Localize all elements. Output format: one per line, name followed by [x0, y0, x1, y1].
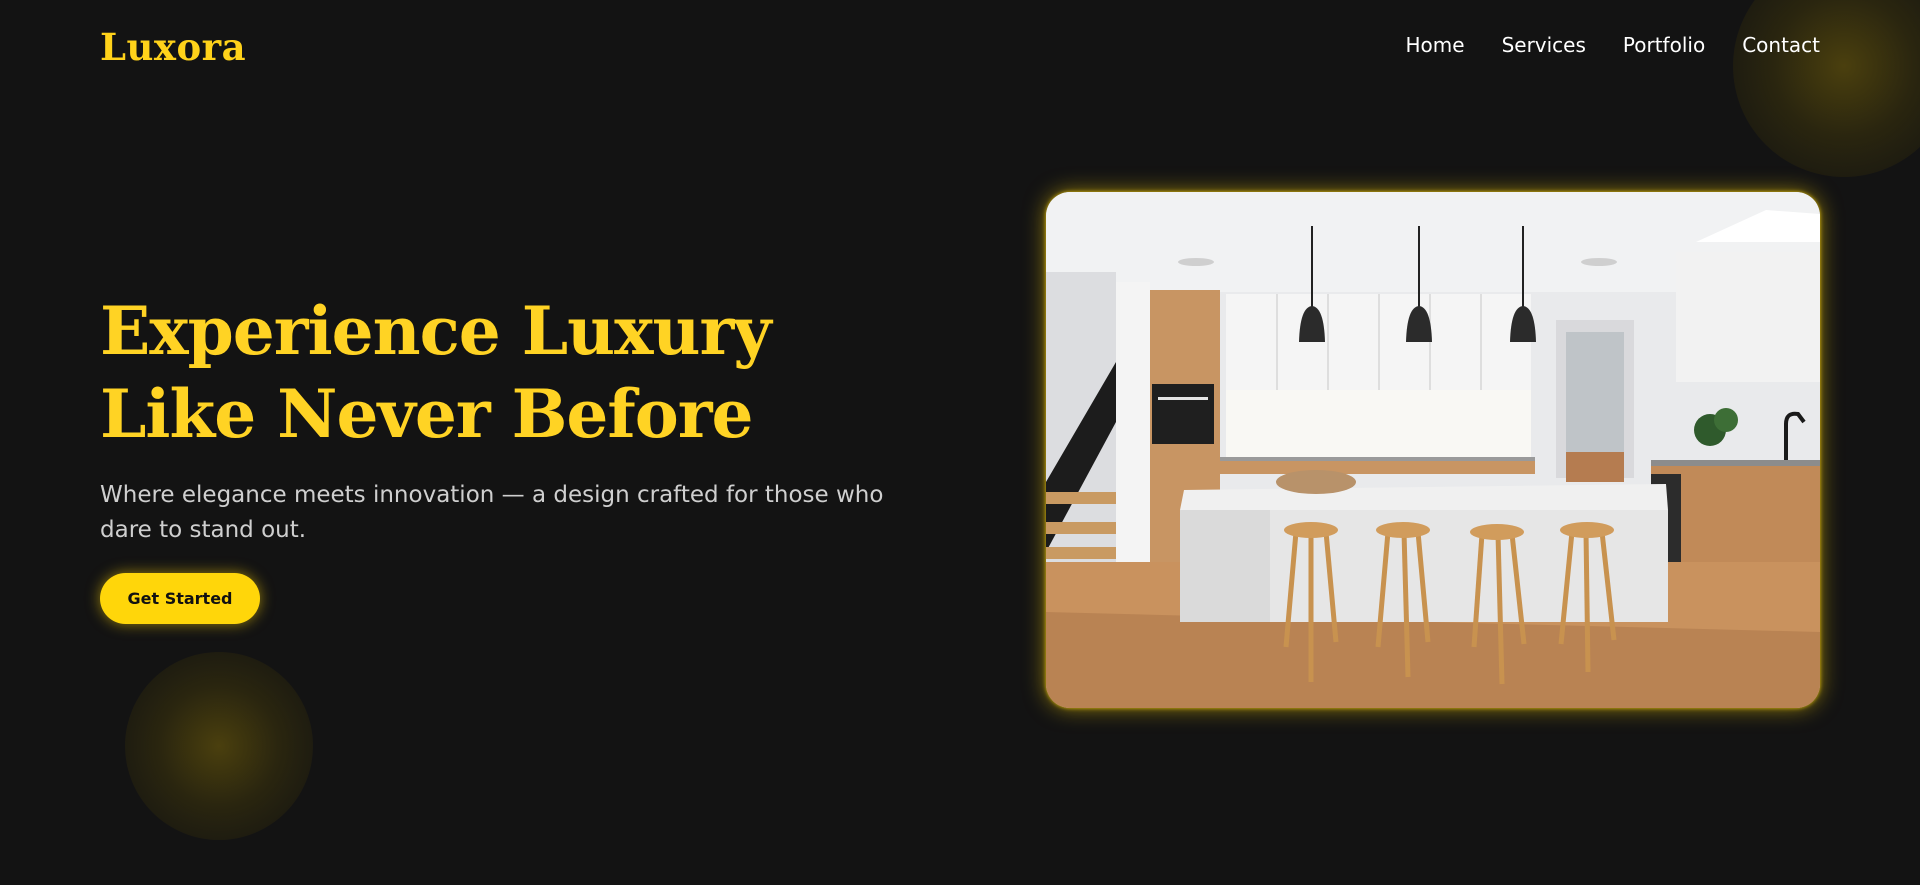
hero-kitchen-image — [1046, 192, 1820, 708]
main-nav: Home Services Portfolio Contact — [1406, 33, 1821, 57]
hero-title-line: Like Never Before — [100, 375, 754, 453]
decorative-glow-orb — [125, 652, 313, 840]
nav-link-services[interactable]: Services — [1502, 33, 1586, 57]
nav-link-contact[interactable]: Contact — [1742, 33, 1820, 57]
hero-title: Experience Luxury Like Never Before — [100, 290, 772, 456]
nav-link-portfolio[interactable]: Portfolio — [1623, 33, 1705, 57]
brand-logo[interactable]: Luxora — [100, 25, 246, 69]
get-started-button[interactable]: Get Started — [100, 573, 260, 624]
hero-subtitle: Where elegance meets innovation — a desi… — [100, 482, 884, 543]
site-header: Luxora Home Services Portfolio Contact — [0, 0, 1920, 95]
nav-link-home[interactable]: Home — [1406, 33, 1465, 57]
hero-title-line: Experience Luxury — [100, 292, 772, 370]
kitchen-illustration — [1046, 192, 1820, 708]
